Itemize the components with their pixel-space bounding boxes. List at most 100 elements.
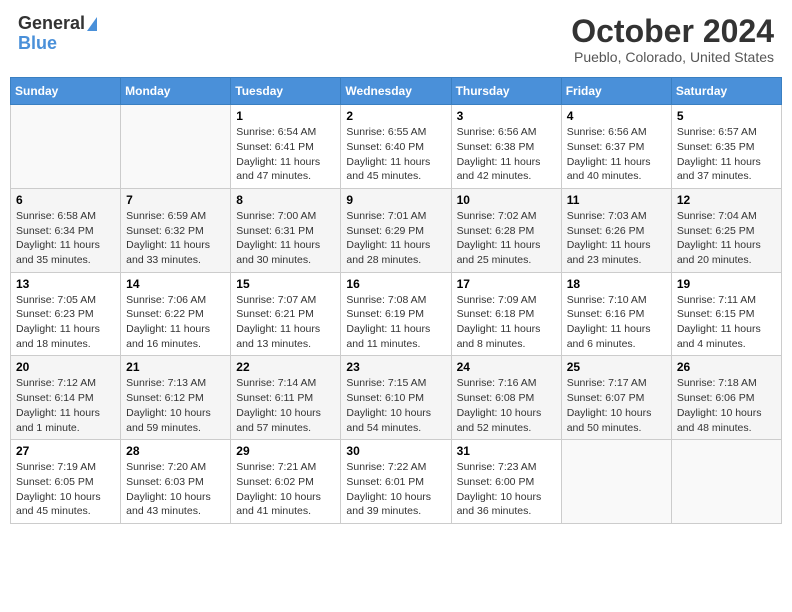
week-row-3: 13 Sunrise: 7:05 AMSunset: 6:23 PMDaylig… [11, 272, 782, 356]
day-cell: 27 Sunrise: 7:19 AMSunset: 6:05 PMDaylig… [11, 440, 121, 524]
day-detail: Sunrise: 7:05 AMSunset: 6:23 PMDaylight:… [16, 294, 100, 350]
day-cell: 7 Sunrise: 6:59 AMSunset: 6:32 PMDayligh… [121, 188, 231, 272]
day-number: 30 [346, 444, 445, 458]
day-number: 17 [457, 277, 556, 291]
day-number: 1 [236, 109, 335, 123]
day-detail: Sunrise: 7:13 AMSunset: 6:12 PMDaylight:… [126, 377, 211, 433]
day-cell: 1 Sunrise: 6:54 AMSunset: 6:41 PMDayligh… [231, 105, 341, 189]
day-cell: 2 Sunrise: 6:55 AMSunset: 6:40 PMDayligh… [341, 105, 451, 189]
day-cell: 25 Sunrise: 7:17 AMSunset: 6:07 PMDaylig… [561, 356, 671, 440]
day-cell [11, 105, 121, 189]
day-number: 14 [126, 277, 225, 291]
day-detail: Sunrise: 7:07 AMSunset: 6:21 PMDaylight:… [236, 294, 320, 350]
day-cell: 29 Sunrise: 7:21 AMSunset: 6:02 PMDaylig… [231, 440, 341, 524]
day-header-wednesday: Wednesday [341, 78, 451, 105]
day-number: 9 [346, 193, 445, 207]
day-cell: 31 Sunrise: 7:23 AMSunset: 6:00 PMDaylig… [451, 440, 561, 524]
day-header-friday: Friday [561, 78, 671, 105]
day-number: 27 [16, 444, 115, 458]
day-header-sunday: Sunday [11, 78, 121, 105]
day-detail: Sunrise: 7:04 AMSunset: 6:25 PMDaylight:… [677, 210, 761, 266]
day-cell: 30 Sunrise: 7:22 AMSunset: 6:01 PMDaylig… [341, 440, 451, 524]
day-number: 19 [677, 277, 776, 291]
header-row: SundayMondayTuesdayWednesdayThursdayFrid… [11, 78, 782, 105]
day-detail: Sunrise: 7:12 AMSunset: 6:14 PMDaylight:… [16, 377, 100, 433]
day-number: 8 [236, 193, 335, 207]
day-detail: Sunrise: 7:15 AMSunset: 6:10 PMDaylight:… [346, 377, 431, 433]
day-number: 29 [236, 444, 335, 458]
day-detail: Sunrise: 6:54 AMSunset: 6:41 PMDaylight:… [236, 126, 320, 182]
day-detail: Sunrise: 7:00 AMSunset: 6:31 PMDaylight:… [236, 210, 320, 266]
day-cell [671, 440, 781, 524]
location-subtitle: Pueblo, Colorado, United States [571, 49, 774, 65]
day-number: 5 [677, 109, 776, 123]
day-detail: Sunrise: 7:06 AMSunset: 6:22 PMDaylight:… [126, 294, 210, 350]
day-number: 15 [236, 277, 335, 291]
day-cell: 18 Sunrise: 7:10 AMSunset: 6:16 PMDaylig… [561, 272, 671, 356]
day-detail: Sunrise: 7:23 AMSunset: 6:00 PMDaylight:… [457, 461, 542, 517]
day-cell: 26 Sunrise: 7:18 AMSunset: 6:06 PMDaylig… [671, 356, 781, 440]
day-number: 18 [567, 277, 666, 291]
day-cell: 14 Sunrise: 7:06 AMSunset: 6:22 PMDaylig… [121, 272, 231, 356]
page-header: General Blue October 2024 Pueblo, Colora… [10, 10, 782, 69]
day-cell: 10 Sunrise: 7:02 AMSunset: 6:28 PMDaylig… [451, 188, 561, 272]
day-header-saturday: Saturday [671, 78, 781, 105]
day-cell: 20 Sunrise: 7:12 AMSunset: 6:14 PMDaylig… [11, 356, 121, 440]
week-row-1: 1 Sunrise: 6:54 AMSunset: 6:41 PMDayligh… [11, 105, 782, 189]
day-cell: 12 Sunrise: 7:04 AMSunset: 6:25 PMDaylig… [671, 188, 781, 272]
day-cell [561, 440, 671, 524]
day-number: 10 [457, 193, 556, 207]
day-detail: Sunrise: 6:56 AMSunset: 6:38 PMDaylight:… [457, 126, 541, 182]
day-number: 2 [346, 109, 445, 123]
day-cell: 19 Sunrise: 7:11 AMSunset: 6:15 PMDaylig… [671, 272, 781, 356]
month-title: October 2024 [571, 14, 774, 49]
day-detail: Sunrise: 7:11 AMSunset: 6:15 PMDaylight:… [677, 294, 761, 350]
day-number: 22 [236, 360, 335, 374]
day-detail: Sunrise: 7:09 AMSunset: 6:18 PMDaylight:… [457, 294, 541, 350]
day-number: 26 [677, 360, 776, 374]
day-number: 4 [567, 109, 666, 123]
day-number: 21 [126, 360, 225, 374]
day-number: 20 [16, 360, 115, 374]
day-detail: Sunrise: 7:03 AMSunset: 6:26 PMDaylight:… [567, 210, 651, 266]
day-detail: Sunrise: 6:57 AMSunset: 6:35 PMDaylight:… [677, 126, 761, 182]
day-cell: 4 Sunrise: 6:56 AMSunset: 6:37 PMDayligh… [561, 105, 671, 189]
day-detail: Sunrise: 7:14 AMSunset: 6:11 PMDaylight:… [236, 377, 321, 433]
day-detail: Sunrise: 7:10 AMSunset: 6:16 PMDaylight:… [567, 294, 651, 350]
day-number: 28 [126, 444, 225, 458]
day-number: 16 [346, 277, 445, 291]
logo: General Blue [18, 14, 97, 54]
title-block: October 2024 Pueblo, Colorado, United St… [571, 14, 774, 65]
day-detail: Sunrise: 7:17 AMSunset: 6:07 PMDaylight:… [567, 377, 652, 433]
day-number: 12 [677, 193, 776, 207]
day-detail: Sunrise: 7:21 AMSunset: 6:02 PMDaylight:… [236, 461, 321, 517]
logo-general-text: General [18, 14, 85, 34]
day-detail: Sunrise: 7:02 AMSunset: 6:28 PMDaylight:… [457, 210, 541, 266]
day-detail: Sunrise: 7:22 AMSunset: 6:01 PMDaylight:… [346, 461, 431, 517]
week-row-4: 20 Sunrise: 7:12 AMSunset: 6:14 PMDaylig… [11, 356, 782, 440]
day-cell: 28 Sunrise: 7:20 AMSunset: 6:03 PMDaylig… [121, 440, 231, 524]
day-number: 3 [457, 109, 556, 123]
week-row-5: 27 Sunrise: 7:19 AMSunset: 6:05 PMDaylig… [11, 440, 782, 524]
day-cell: 16 Sunrise: 7:08 AMSunset: 6:19 PMDaylig… [341, 272, 451, 356]
day-number: 13 [16, 277, 115, 291]
logo-blue-text: Blue [18, 34, 57, 54]
day-number: 11 [567, 193, 666, 207]
day-number: 7 [126, 193, 225, 207]
day-cell: 23 Sunrise: 7:15 AMSunset: 6:10 PMDaylig… [341, 356, 451, 440]
day-cell: 15 Sunrise: 7:07 AMSunset: 6:21 PMDaylig… [231, 272, 341, 356]
day-cell: 17 Sunrise: 7:09 AMSunset: 6:18 PMDaylig… [451, 272, 561, 356]
day-detail: Sunrise: 7:18 AMSunset: 6:06 PMDaylight:… [677, 377, 762, 433]
day-detail: Sunrise: 6:59 AMSunset: 6:32 PMDaylight:… [126, 210, 210, 266]
day-header-tuesday: Tuesday [231, 78, 341, 105]
day-cell: 5 Sunrise: 6:57 AMSunset: 6:35 PMDayligh… [671, 105, 781, 189]
week-row-2: 6 Sunrise: 6:58 AMSunset: 6:34 PMDayligh… [11, 188, 782, 272]
day-number: 6 [16, 193, 115, 207]
day-cell: 21 Sunrise: 7:13 AMSunset: 6:12 PMDaylig… [121, 356, 231, 440]
day-detail: Sunrise: 6:58 AMSunset: 6:34 PMDaylight:… [16, 210, 100, 266]
day-number: 24 [457, 360, 556, 374]
day-cell: 9 Sunrise: 7:01 AMSunset: 6:29 PMDayligh… [341, 188, 451, 272]
day-detail: Sunrise: 6:56 AMSunset: 6:37 PMDaylight:… [567, 126, 651, 182]
day-cell: 24 Sunrise: 7:16 AMSunset: 6:08 PMDaylig… [451, 356, 561, 440]
day-cell: 11 Sunrise: 7:03 AMSunset: 6:26 PMDaylig… [561, 188, 671, 272]
